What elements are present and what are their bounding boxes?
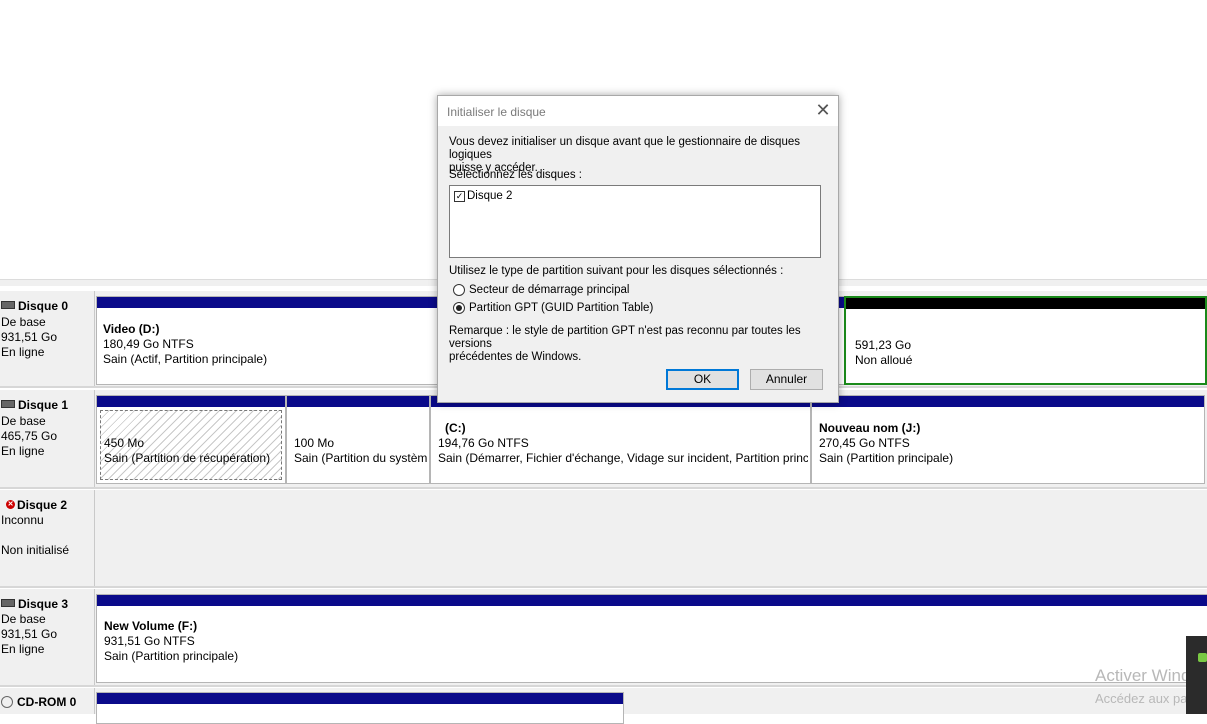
partition-status: Non alloué — [855, 353, 913, 367]
disk-label-3[interactable]: Disque 3 De base 931,51 Go En ligne — [0, 589, 95, 685]
disk-name: Disque 0 — [18, 299, 69, 313]
disk-2-label[interactable]: Disque 2 — [467, 190, 512, 202]
select-disks-label: Sélectionnez les disques : — [449, 169, 582, 181]
disk-row-3: Disque 3 De base 931,51 Go En ligne New … — [0, 589, 1207, 685]
partition-size: 591,23 Go — [855, 338, 912, 352]
disk-icon — [1, 399, 15, 408]
partition-name: New Volume (F:) — [104, 619, 198, 633]
note-text: Remarque : le style de partition GPT n'e… — [449, 325, 838, 364]
row-separator — [0, 685, 1207, 687]
cancel-button[interactable]: Annuler — [750, 369, 823, 390]
partition-status: Sain (Partition du systèm — [294, 451, 427, 465]
partition-bar — [812, 396, 1204, 407]
gpt-radio-label[interactable]: Partition GPT (GUID Partition Table) — [469, 302, 653, 315]
partition-size: 194,76 Go NTFS — [438, 436, 529, 450]
disk-row-cdrom: CD-ROM 0 — [0, 688, 1207, 724]
tray-app-icon[interactable] — [1198, 653, 1207, 662]
cdrom-icon — [1, 695, 13, 708]
disk-type: De base — [1, 414, 46, 428]
partition-size: 450 Mo — [104, 436, 145, 450]
ok-button[interactable]: OK — [666, 369, 739, 390]
disk-status: En ligne — [1, 345, 45, 359]
disk-type: De base — [1, 315, 46, 329]
disk-status: Non initialisé — [1, 543, 70, 557]
dialog-titlebar[interactable]: Initialiser le disque ✕ — [438, 96, 838, 126]
radio-selected-dot — [456, 305, 462, 311]
disk-label-cdrom[interactable]: CD-ROM 0 — [0, 688, 95, 714]
partition-size: 100 Mo — [294, 436, 335, 450]
partition-bar — [287, 396, 429, 407]
disk-name: Disque 2 — [17, 498, 68, 512]
partition-c[interactable]: (C:) 194,76 Go NTFS Sain (Démarrer, Fich… — [430, 395, 811, 484]
partition-bar — [97, 595, 1207, 606]
dialog-title: Initialiser le disque — [447, 105, 546, 119]
partition-cdrom[interactable] — [96, 692, 624, 724]
partition-status: Sain (Partition principale) — [104, 649, 239, 663]
mbr-radio-label[interactable]: Secteur de démarrage principal — [469, 284, 629, 297]
disk-status: En ligne — [1, 444, 45, 458]
mbr-radio[interactable] — [453, 284, 465, 296]
partition-system[interactable]: 100 Mo Sain (Partition du systèm — [286, 395, 430, 484]
warning-disk-icon: ✕ — [6, 500, 15, 510]
partition-name: (C:) — [445, 421, 466, 435]
note-line: Remarque : le style de partition GPT n'e… — [449, 325, 801, 350]
partition-status: Sain (Partition principale) — [819, 451, 954, 465]
partition-bar — [97, 396, 285, 407]
disk-name: Disque 1 — [18, 398, 69, 412]
activation-watermark-subtitle: Accédez aux pa — [1095, 691, 1188, 706]
note-line: précédentes de Windows. — [449, 351, 582, 363]
disk-size: 465,75 Go — [1, 429, 58, 443]
partition-recovery[interactable]: 450 Mo Sain (Partition de récupération) — [96, 395, 286, 484]
disk-list[interactable]: ✓ Disque 2 — [449, 185, 821, 258]
disk-label-0[interactable]: Disque 0 De base 931,51 Go En ligne — [0, 291, 95, 386]
partition-size: 931,51 Go NTFS — [104, 634, 195, 648]
partition-size: 270,45 Go NTFS — [819, 436, 910, 450]
notification-tray[interactable] — [1186, 636, 1207, 714]
partition-status: Sain (Démarrer, Fichier d'échange, Vidag… — [438, 451, 808, 465]
disk-icon — [1, 598, 15, 607]
partition-status: Sain (Partition de récupération) — [104, 451, 271, 465]
disk-row-1: Disque 1 De base 465,75 Go En ligne 450 … — [0, 390, 1207, 487]
disk-label-1[interactable]: Disque 1 De base 465,75 Go En ligne — [0, 390, 95, 487]
partition-f[interactable]: New Volume (F:) 931,51 Go NTFS Sain (Par… — [96, 594, 1207, 683]
row-separator — [0, 586, 1207, 588]
disk-size: 931,51 Go — [1, 627, 58, 641]
disk-status: En ligne — [1, 642, 45, 656]
partition-style-label: Utilisez le type de partition suivant po… — [449, 265, 784, 277]
partition-bar — [846, 298, 1205, 309]
disk-icon — [1, 300, 15, 309]
gpt-radio[interactable] — [453, 302, 465, 314]
disk-size: 931,51 Go — [1, 330, 58, 344]
disk-row-2: ✕ Disque 2 Inconnu Non initialisé — [0, 490, 1207, 586]
partition-j[interactable]: Nouveau nom (J:) 270,45 Go NTFS Sain (Pa… — [811, 395, 1205, 484]
disk-label-2[interactable]: ✕ Disque 2 Inconnu Non initialisé — [0, 490, 95, 586]
close-icon[interactable]: ✕ — [811, 101, 835, 121]
disk-2-checkbox[interactable]: ✓ — [454, 191, 465, 202]
row-separator — [0, 487, 1207, 489]
disk-name: CD-ROM 0 — [17, 695, 77, 709]
partition-bar — [97, 693, 623, 704]
disk-name: Disque 3 — [18, 597, 69, 611]
partition-unallocated[interactable]: 591,23 Go Non alloué — [844, 296, 1207, 385]
disk-type: Inconnu — [1, 513, 44, 527]
intro-line: Vous devez initialiser un disque avant q… — [449, 136, 800, 161]
activation-watermark-title: Activer Wind — [1095, 666, 1191, 685]
partition-name: Nouveau nom (J:) — [819, 421, 921, 435]
disk-type: De base — [1, 612, 46, 626]
initialize-disk-dialog: Initialiser le disque ✕ Vous devez initi… — [437, 95, 839, 403]
